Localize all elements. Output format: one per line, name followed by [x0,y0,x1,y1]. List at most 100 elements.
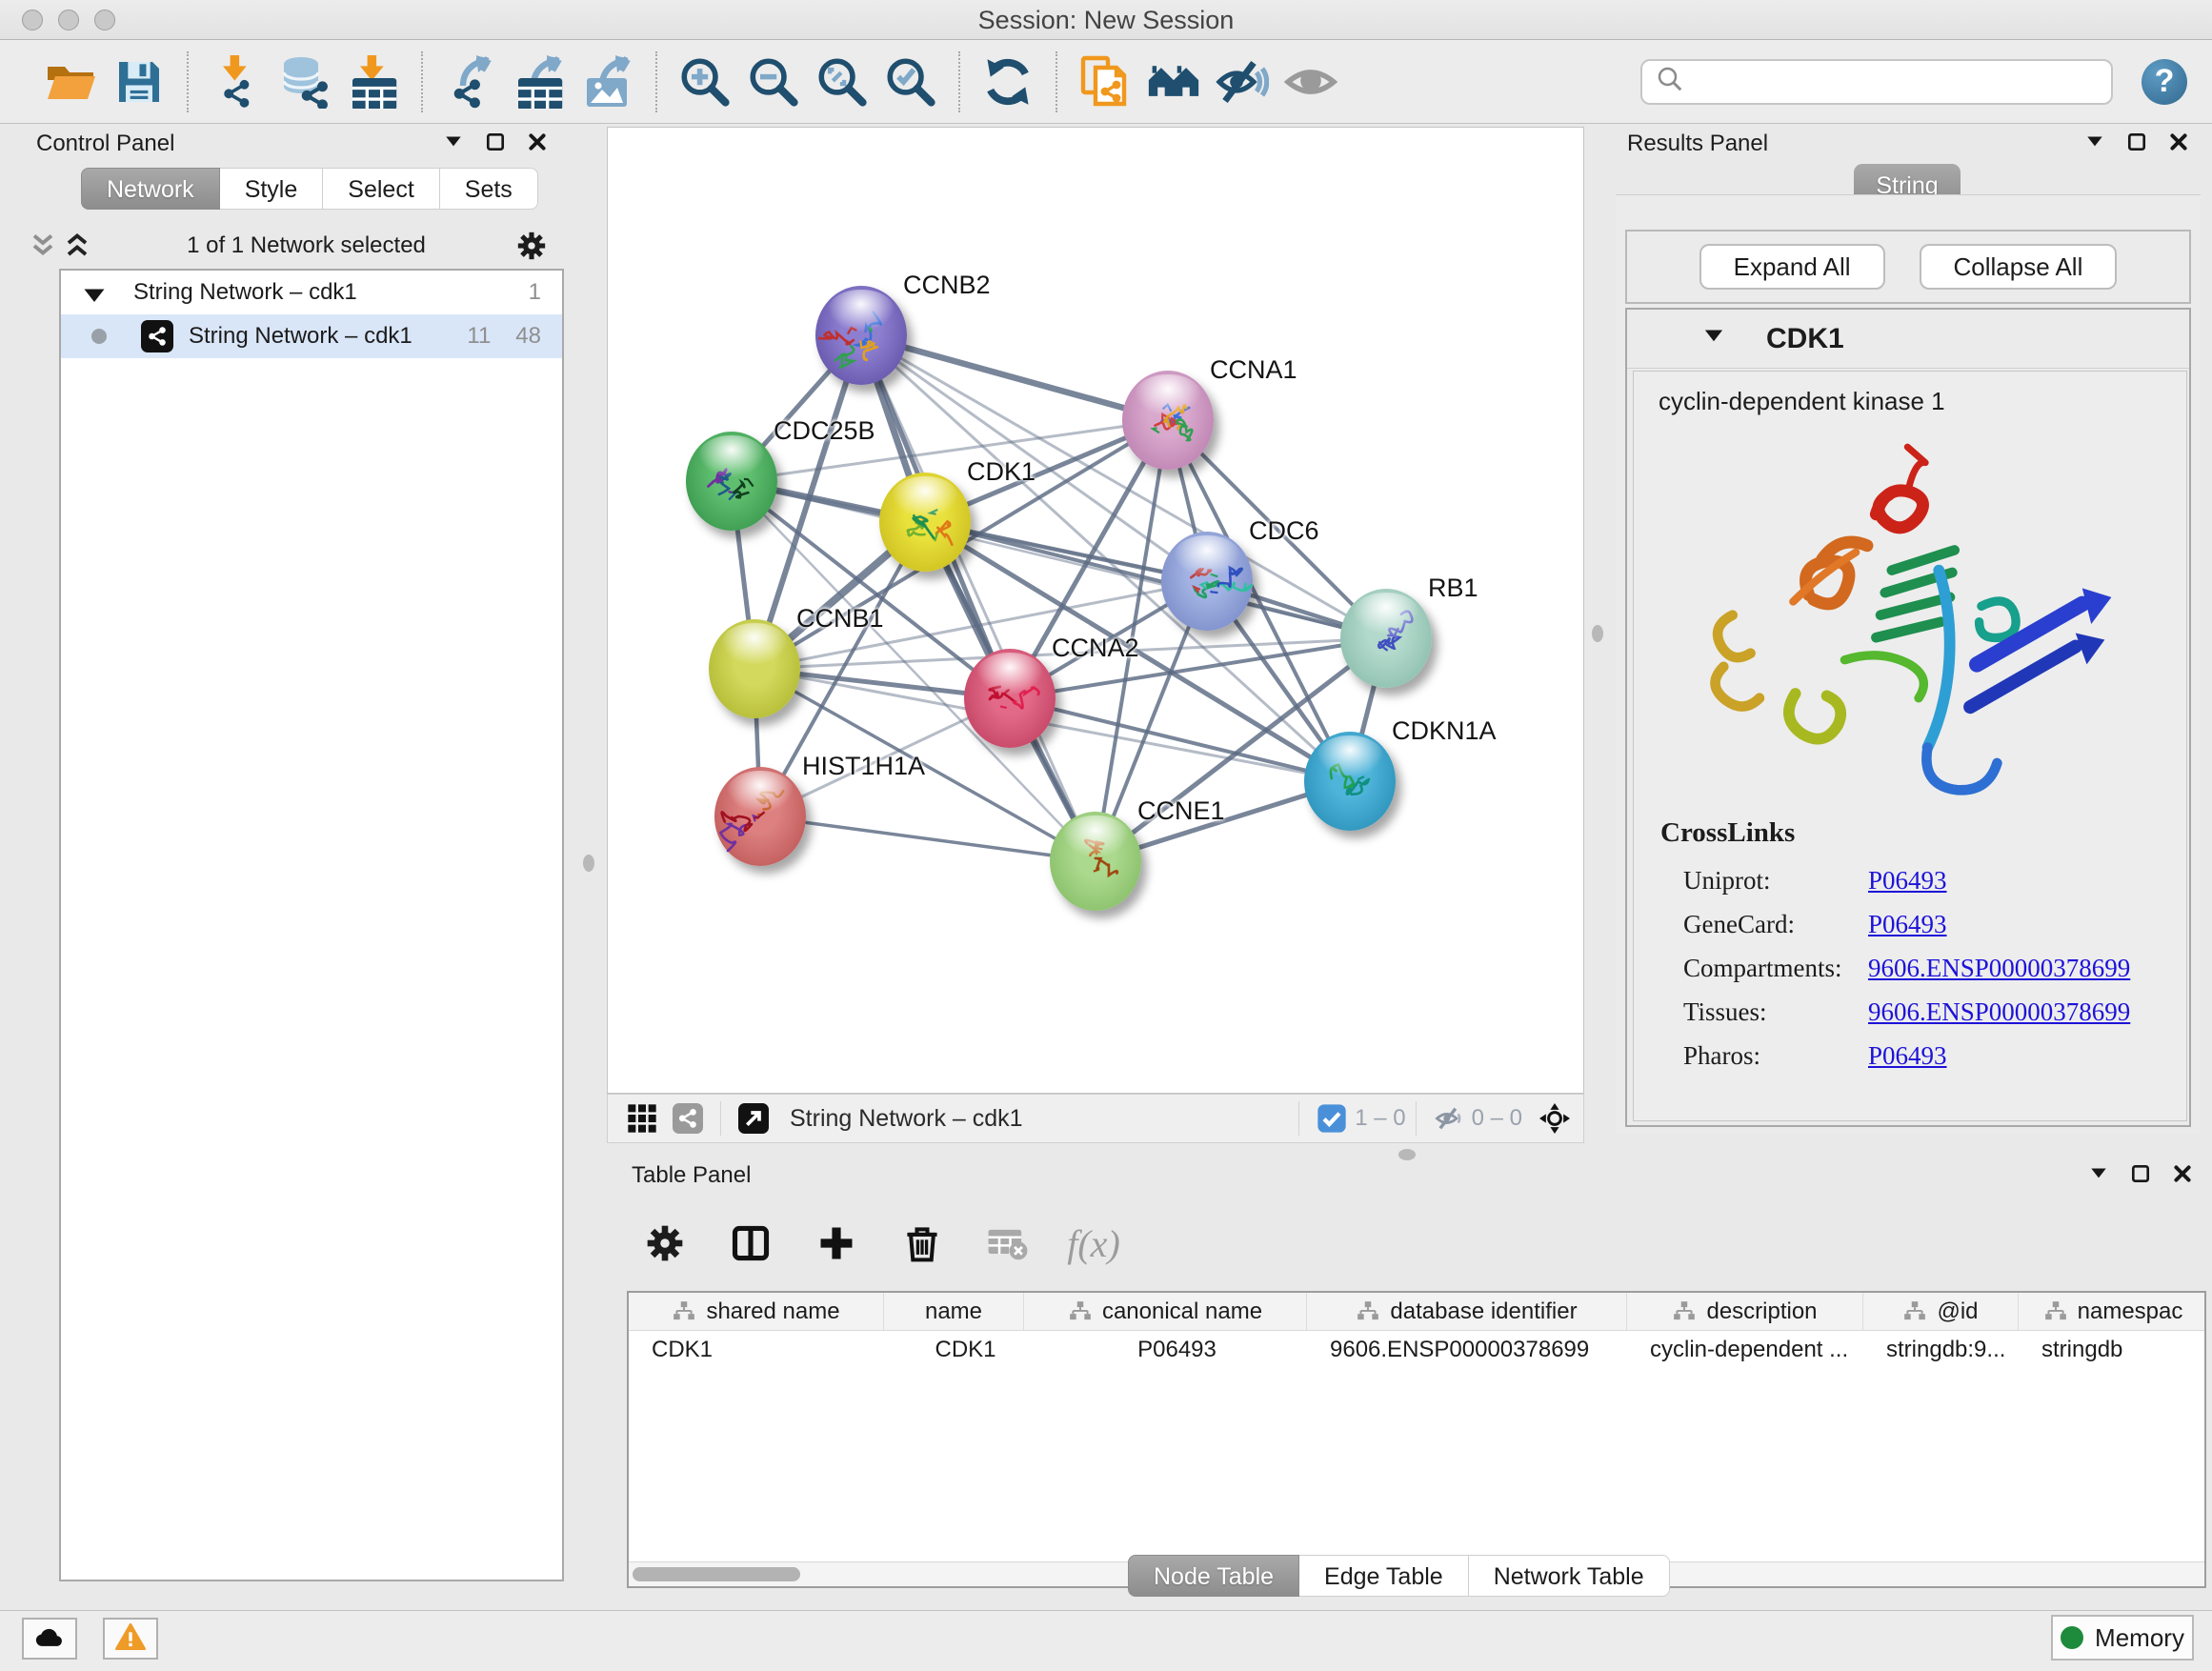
tab-node-table[interactable]: Node Table [1128,1555,1299,1597]
network-options-gear-icon[interactable] [515,230,548,262]
refresh-button[interactable] [974,50,1042,113]
network-node-hist1h1a[interactable] [714,767,806,866]
column-header-database-identifier[interactable]: database identifier [1307,1293,1627,1330]
help-button[interactable]: ? [2142,59,2187,105]
network-node-rb1[interactable] [1340,589,1432,688]
panel-collapse-icon[interactable] [2088,1163,2109,1189]
table-cell[interactable]: stringdb [2019,1331,2206,1371]
bottom-splitter-handle[interactable] [1398,1149,1416,1160]
table-options-gear-icon[interactable] [639,1218,691,1269]
crosslink-link[interactable]: P06493 [1868,858,1947,902]
panel-collapse-icon[interactable] [443,131,464,157]
import-table-button[interactable] [339,50,408,113]
collapse-protein-icon[interactable] [1627,324,1726,353]
table-cell[interactable]: cyclin-dependent ... [1627,1331,1863,1371]
zoom-selected-button[interactable] [876,50,945,113]
collapse-all-button[interactable]: Collapse All [1920,244,2118,290]
hide-selected-button[interactable] [1208,50,1277,113]
network-list-header: 1 of 1 Network selected [29,223,548,269]
import-network-button[interactable] [202,50,271,113]
tab-edge-table[interactable]: Edge Table [1299,1555,1469,1597]
zoom-in-button[interactable] [671,50,739,113]
hidden-node-edge-count: 0 – 0 [1472,1105,1522,1132]
export-network-button[interactable] [436,50,505,113]
memory-button[interactable]: Memory [2051,1615,2194,1661]
crosslink-link[interactable]: P06493 [1868,1034,1947,1077]
expand-all-networks-icon[interactable] [63,232,91,260]
tab-network-table[interactable]: Network Table [1469,1555,1670,1597]
tab-sets[interactable]: Sets [440,168,538,210]
first-neighbors-button[interactable] [1139,50,1208,113]
panel-float-icon[interactable] [2126,131,2147,157]
fit-crosshair-icon[interactable] [1539,1103,1570,1134]
network-node-ccna1[interactable] [1122,371,1214,470]
panel-close-icon[interactable] [2168,131,2189,157]
selected-checkbox-icon[interactable] [1317,1103,1347,1134]
table-cell[interactable]: 9606.ENSP00000378699 [1307,1331,1627,1371]
left-splitter-handle[interactable] [583,855,594,872]
table-cell[interactable]: stringdb:9... [1863,1331,2019,1371]
right-splitter-handle[interactable] [1592,625,1603,642]
search-box[interactable] [1640,59,2113,105]
birds-eye-grid-icon[interactable] [627,1103,657,1134]
table-cell[interactable]: CDK1 [629,1331,884,1371]
panel-float-icon[interactable] [2130,1163,2151,1189]
column-header-shared-name[interactable]: shared name [629,1293,884,1330]
network-node-cdk1[interactable] [879,473,971,572]
column-header-namespac[interactable]: namespac [2019,1293,2206,1330]
network-collection-row[interactable]: String Network – cdk1 1 [61,271,562,314]
panel-close-icon[interactable] [527,131,548,157]
import-network-database-button[interactable] [271,50,339,113]
cloud-status-button[interactable] [22,1618,77,1660]
table-cell[interactable]: CDK1 [884,1331,1024,1371]
node-gloss [721,623,787,665]
protein-card-header[interactable]: CDK1 [1627,310,2189,369]
export-table-button[interactable] [505,50,573,113]
zoom-fit-button[interactable] [808,50,876,113]
network-node-ccnb1[interactable] [709,619,800,718]
save-session-button[interactable] [105,50,173,113]
warnings-button[interactable] [103,1618,158,1660]
tab-style[interactable]: Style [220,168,324,210]
node-gloss [1135,374,1200,416]
crosslink-link[interactable]: 9606.ENSP00000378699 [1868,946,2130,990]
network-node-ccnb2[interactable] [815,286,907,385]
network-node-cdc25b[interactable] [686,432,777,531]
detach-view-icon[interactable] [738,1103,769,1134]
zoom-out-button[interactable] [739,50,808,113]
export-image-button[interactable] [573,50,642,113]
scrollbar-thumb[interactable] [633,1567,800,1581]
table-cell[interactable]: P06493 [1024,1331,1307,1371]
network-canvas[interactable]: CCNB2CCNA1CDC25BCDK1CDC6RB1CCNB1CCNA2CDK… [607,127,1584,1094]
search-input[interactable] [1692,68,2098,96]
open-session-button[interactable] [36,50,105,113]
network-edges [608,128,1585,1095]
crosslink-link[interactable]: P06493 [1868,902,1947,946]
network-row[interactable]: String Network – cdk1 11 48 [61,314,562,358]
crosslink-link[interactable]: 9606.ENSP00000378699 [1868,990,2130,1034]
column-header-description[interactable]: description [1627,1293,1863,1330]
selected-node-edge-count: 1 – 0 [1355,1105,1405,1132]
collapse-all-networks-icon[interactable] [29,232,57,260]
show-columns-icon[interactable] [725,1218,776,1269]
tab-network[interactable]: Network [81,168,220,210]
panel-float-icon[interactable] [485,131,506,157]
tree-expand-icon[interactable] [80,282,109,303]
column-header-name[interactable]: name [884,1293,1024,1330]
column-header-canonical-name[interactable]: canonical name [1024,1293,1307,1330]
delete-column-icon[interactable] [896,1218,948,1269]
tab-select[interactable]: Select [323,168,439,210]
panel-collapse-icon[interactable] [2084,131,2105,157]
clone-network-button[interactable] [1071,50,1139,113]
table-row[interactable]: CDK1CDK1P064939606.ENSP00000378699cyclin… [629,1331,2204,1371]
network-node-cdkn1a[interactable] [1304,732,1396,831]
expand-all-button[interactable]: Expand All [1699,244,1885,290]
network-node-ccne1[interactable] [1050,812,1141,911]
show-all-button[interactable] [1277,50,1345,113]
network-overview-icon[interactable] [673,1103,703,1134]
network-node-cdc6[interactable] [1161,532,1253,631]
column-header--id[interactable]: @id [1863,1293,2019,1330]
create-column-icon[interactable] [811,1218,862,1269]
panel-close-icon[interactable] [2172,1163,2193,1189]
network-node-ccna2[interactable] [964,649,1056,748]
